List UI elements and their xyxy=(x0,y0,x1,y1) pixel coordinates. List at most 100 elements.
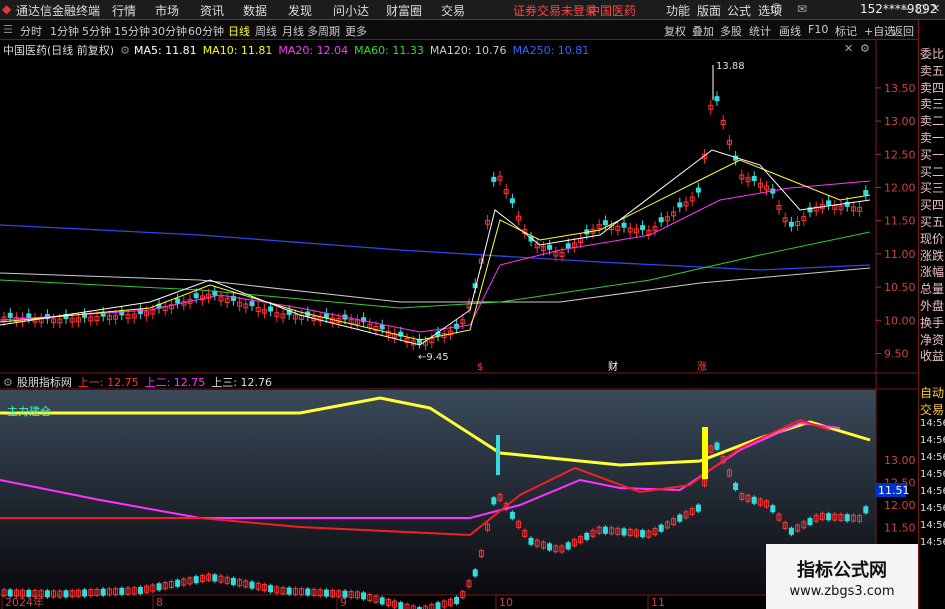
toolbar-1[interactable]: 叠加 xyxy=(692,23,714,39)
menu-1[interactable]: 市场 xyxy=(155,2,179,19)
ind-candle-body xyxy=(268,585,274,593)
quote-label-10[interactable]: 买五 xyxy=(920,213,944,230)
indicator-bg xyxy=(0,390,876,595)
chart-area[interactable]: 13.50 13.00 12.50 12.00 11.50 11.00 10.50 10.00… xyxy=(0,40,918,609)
menu-4[interactable]: 发现 xyxy=(288,2,312,19)
quote-label-17[interactable]: 净资 xyxy=(920,331,944,348)
period-0[interactable]: 分时 xyxy=(20,23,42,39)
period-2[interactable]: 5分钟 xyxy=(82,23,111,39)
right-menu-0[interactable]: 功能 xyxy=(666,2,690,19)
ind-candle-body xyxy=(528,537,534,545)
ind-candle-body xyxy=(509,511,515,519)
quote-label-0[interactable]: 委比 xyxy=(920,45,944,62)
quote-label-2[interactable]: 卖四 xyxy=(920,79,944,96)
date-label: 8 xyxy=(156,596,163,609)
login-status[interactable]: 证券交易未登录 xyxy=(513,2,597,19)
candle-body xyxy=(249,301,255,307)
period-4[interactable]: 30分钟 xyxy=(151,23,187,39)
quote-lower-1[interactable]: 交易 xyxy=(920,401,944,418)
period-1[interactable]: 1分钟 xyxy=(50,23,79,39)
toolbar-4[interactable]: 画线 xyxy=(779,23,801,39)
expand-icon[interactable]: ☰ xyxy=(3,23,13,36)
candle-body xyxy=(602,220,608,226)
menu-5[interactable]: 问小达 xyxy=(333,2,369,19)
candle-body xyxy=(565,243,571,249)
event-cai[interactable]: 财 xyxy=(608,360,618,373)
quote-label-6[interactable]: 买一 xyxy=(920,146,944,163)
period-10[interactable]: 更多 xyxy=(345,23,367,39)
ind-candle-body xyxy=(658,524,664,532)
toolbar-3[interactable]: 统计 xyxy=(749,23,771,39)
settings-icon[interactable]: ⚙ xyxy=(120,44,130,57)
app-logo: ◆ xyxy=(2,2,12,16)
ind-candle-body xyxy=(640,530,646,538)
ind-candle-body xyxy=(7,589,13,597)
ma-legend-4: MA120: 10.76 xyxy=(429,44,507,57)
candle-body xyxy=(509,198,515,204)
toolbar-0[interactable]: 复权 xyxy=(664,23,686,39)
quote-label-9[interactable]: 买四 xyxy=(920,196,944,213)
ind-candle-body xyxy=(398,602,404,609)
candle-body xyxy=(826,200,832,206)
quote-label-1[interactable]: 卖五 xyxy=(920,62,944,79)
period-3[interactable]: 15分钟 xyxy=(114,23,150,39)
quote-label-11[interactable]: 现价 xyxy=(920,230,944,247)
quote-label-7[interactable]: 买二 xyxy=(920,163,944,180)
event-zhang[interactable]: 涨 xyxy=(697,361,707,373)
quote-label-3[interactable]: 卖三 xyxy=(920,95,944,112)
period-9[interactable]: 多周期 xyxy=(307,23,340,39)
ind-candle-body xyxy=(565,542,571,550)
right-menu-3[interactable]: 选项 xyxy=(758,2,782,19)
ma-legend-1: MA10: 11.81 xyxy=(202,44,273,57)
settings-icon[interactable]: ⚙ xyxy=(3,376,13,389)
price-axis-label: 10.50 xyxy=(884,281,916,294)
toolbar-2[interactable]: 多股 xyxy=(720,23,742,39)
window-control-2[interactable]: ✕ xyxy=(931,2,940,15)
ind-candle-body xyxy=(379,597,385,605)
menu-6[interactable]: 财富圈 xyxy=(386,2,422,19)
toolbar-8[interactable]: 返回 xyxy=(892,23,914,39)
quote-label-16[interactable]: 换手 xyxy=(920,314,944,331)
ind-axis-label: 13.00 xyxy=(884,454,916,467)
app-title: 通达信金融终端 xyxy=(16,4,101,18)
quote-label-5[interactable]: 卖一 xyxy=(920,129,944,146)
period-7[interactable]: 周线 xyxy=(255,23,277,39)
event-s[interactable]: $ xyxy=(477,362,483,373)
ind-legend-name: 股朋指标网 xyxy=(16,376,72,389)
right-menu-2[interactable]: 公式 xyxy=(727,2,751,19)
quote-label-13[interactable]: 涨幅 xyxy=(920,263,944,280)
window-control-0[interactable]: — xyxy=(901,2,912,15)
right-menu-1[interactable]: 版面 xyxy=(697,2,721,19)
ind-candle-body xyxy=(807,518,813,525)
quote-label-8[interactable]: 买三 xyxy=(920,179,944,196)
ind-candle-body xyxy=(472,569,478,577)
toolbar-5[interactable]: F10 xyxy=(808,23,828,36)
menu-2[interactable]: 资讯 xyxy=(200,2,224,19)
mail-icon[interactable]: ✉ xyxy=(797,2,807,16)
period-8[interactable]: 月线 xyxy=(282,23,304,39)
close-icon[interactable]: ✕ xyxy=(844,42,853,55)
menu-3[interactable]: 数据 xyxy=(243,2,267,19)
quote-lower-0[interactable]: 自动 xyxy=(920,384,944,401)
ind-candle-body xyxy=(286,587,292,595)
period-6[interactable]: 日线 xyxy=(228,23,250,39)
ind-candle-body xyxy=(733,482,739,490)
quote-label-14[interactable]: 总量 xyxy=(920,280,944,297)
quote-label-15[interactable]: 外盘 xyxy=(920,297,944,314)
signal-bar xyxy=(702,427,708,479)
date-label: 2024年 xyxy=(5,595,44,609)
quote-label-4[interactable]: 卖二 xyxy=(920,112,944,129)
time-4: 14:56 xyxy=(920,486,945,497)
ind-candle-body xyxy=(695,504,701,512)
toolbar-6[interactable]: 标记 xyxy=(835,23,857,39)
menu-7[interactable]: 交易 xyxy=(441,2,465,19)
window-control-1[interactable]: □ xyxy=(916,2,926,15)
quote-label-18[interactable]: 收益 xyxy=(920,347,944,364)
period-5[interactable]: 60分钟 xyxy=(188,23,224,39)
toolbar-7[interactable]: +自选 xyxy=(864,23,895,39)
menu-0[interactable]: 行情 xyxy=(112,2,136,19)
settings-icon[interactable]: ⚙ xyxy=(860,42,870,55)
time-7: 14:56 xyxy=(920,537,945,548)
ind-candle-body xyxy=(435,602,441,609)
quote-label-12[interactable]: 涨跌 xyxy=(920,247,944,264)
